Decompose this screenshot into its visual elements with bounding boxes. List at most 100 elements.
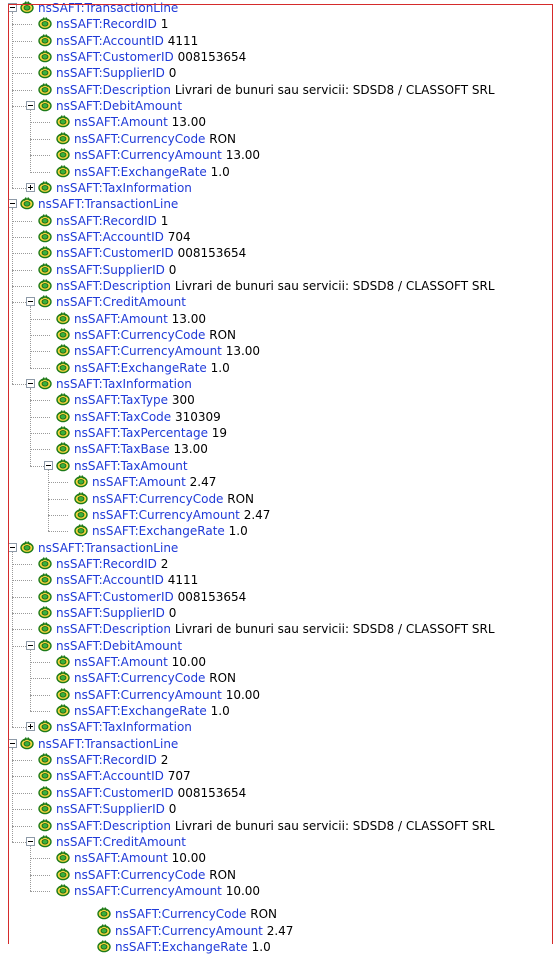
- tree-connector: [48, 482, 68, 484]
- element-name: nsSAFT:CreditAmount: [56, 834, 186, 849]
- tree-node-label: nsSAFT:SupplierID 0: [56, 65, 176, 81]
- element-name: nsSAFT:ExchangeRate: [115, 939, 248, 954]
- element-value: 008153654: [177, 50, 247, 65]
- element-value: Livrari de bunuri sau servicii: SDSD8 / …: [174, 622, 495, 637]
- element-name: nsSAFT:CustomerID: [56, 50, 174, 65]
- element-value: 008153654: [177, 589, 247, 604]
- tree-connector: [12, 269, 32, 271]
- xml-element-icon: [56, 671, 70, 684]
- tree-node-label: nsSAFT:CurrencyAmount 10.00: [74, 883, 260, 899]
- tree-connector: [12, 57, 32, 59]
- collapse-node-icon[interactable]: [26, 101, 35, 111]
- xml-element-icon: [38, 377, 52, 390]
- tree-connector: [12, 220, 32, 222]
- element-name: nsSAFT:CurrencyCode: [92, 491, 224, 506]
- tree-connector: [12, 285, 32, 287]
- tree-node-label: nsSAFT:CurrencyCode RON: [74, 327, 236, 343]
- collapse-node-icon[interactable]: [26, 379, 35, 389]
- tree-node-label: nsSAFT:TaxPercentage 19: [74, 425, 227, 441]
- tree-node-label: nsSAFT:Amount 10.00: [74, 654, 206, 670]
- tree-node-label: nsSAFT:TaxCode 310309: [74, 409, 221, 425]
- tree-node-label: nsSAFT:TaxInformation: [56, 719, 192, 735]
- tree-node-label: nsSAFT:CurrencyCode RON: [92, 491, 254, 507]
- xml-element-icon: [74, 491, 88, 505]
- collapse-node-icon[interactable]: [8, 738, 17, 748]
- collapse-node-icon[interactable]: [44, 460, 53, 470]
- tree-node-label: nsSAFT:CustomerID 008153654: [56, 49, 246, 65]
- xml-element-icon: [38, 33, 52, 47]
- expand-node-icon[interactable]: [26, 722, 35, 732]
- xml-element-icon: [56, 328, 70, 341]
- element-value: 1.0: [228, 524, 248, 539]
- xml-element-icon: [74, 508, 88, 521]
- element-name: nsSAFT:TaxType: [74, 393, 169, 408]
- element-value: 2.47: [243, 507, 271, 522]
- element-value: 1: [160, 213, 169, 228]
- tree-connector: [30, 449, 50, 451]
- tree-connector: [30, 858, 50, 860]
- tree-node-label: nsSAFT:Amount 13.00: [74, 311, 206, 327]
- element-value: 13.00: [171, 311, 206, 326]
- xml-element-icon: [38, 720, 52, 733]
- tree-node-label: nsSAFT:CustomerID 008153654: [56, 589, 246, 605]
- collapse-node-icon[interactable]: [26, 836, 35, 846]
- xml-element-icon: [20, 1, 34, 14]
- xml-element-icon: [20, 197, 34, 210]
- tree-node-label: nsSAFT:CreditAmount: [56, 294, 186, 310]
- element-name: nsSAFT:CurrencyAmount: [92, 507, 240, 522]
- element-value: 4111: [167, 33, 199, 48]
- element-name: nsSAFT:TaxPercentage: [74, 426, 208, 441]
- element-value: 2: [160, 556, 169, 571]
- element-value: 008153654: [177, 785, 247, 800]
- tree-connector: [48, 498, 68, 500]
- tree-node-label: nsSAFT:DebitAmount: [56, 98, 182, 114]
- element-value: 704: [167, 229, 191, 244]
- tree-connector: [12, 760, 32, 762]
- xml-element-icon: [38, 589, 52, 603]
- element-name: nsSAFT:SupplierID: [56, 66, 165, 81]
- element-value: 008153654: [177, 246, 247, 261]
- xml-element-icon: [38, 638, 52, 652]
- element-value: 2.47: [189, 475, 217, 490]
- tree-connector: [30, 649, 31, 712]
- tree-node-label: nsSAFT:SupplierID 0: [56, 605, 176, 621]
- tree-connector: [30, 318, 50, 320]
- tree-node-label: nsSAFT:Description Livrari de bunuri sau…: [56, 82, 495, 98]
- tree-node-label: nsSAFT:AccountID 707: [56, 768, 191, 784]
- element-value: 0: [168, 605, 177, 620]
- tree-connector: [12, 776, 32, 778]
- element-name: nsSAFT:AccountID: [56, 229, 164, 244]
- xml-element-icon: [38, 786, 52, 799]
- tree-connector: [12, 629, 32, 631]
- tree-node-label: nsSAFT:CurrencyCode RON: [74, 670, 236, 686]
- xml-element-icon: [20, 540, 34, 554]
- xml-element-icon: [20, 737, 34, 750]
- tree-connector: [30, 335, 50, 336]
- xml-element-icon: [56, 867, 70, 881]
- xml-element-icon: [38, 622, 52, 635]
- tree-node-label: nsSAFT:CurrencyAmount 13.00: [74, 343, 260, 359]
- element-value: 13.00: [171, 115, 206, 130]
- expand-node-icon[interactable]: [26, 182, 35, 192]
- tree-node-label: nsSAFT:TransactionLine: [38, 0, 178, 16]
- collapse-node-icon[interactable]: [26, 297, 35, 307]
- tree-node-label: nsSAFT:CurrencyAmount 2.47: [115, 923, 293, 939]
- element-value: 10.00: [225, 687, 261, 702]
- element-name: nsSAFT:CurrencyCode: [74, 328, 206, 342]
- collapse-node-icon[interactable]: [8, 199, 17, 209]
- xml-element-icon: [97, 907, 111, 920]
- tree-connector: [12, 792, 32, 794]
- element-name: nsSAFT:Description: [56, 818, 171, 833]
- tree-node-label: nsSAFT:CurrencyAmount 2.47: [92, 507, 270, 523]
- element-name: nsSAFT:ExchangeRate: [74, 704, 207, 719]
- xml-element-icon: [74, 475, 88, 488]
- element-value: 0: [168, 802, 177, 817]
- tree-node-label: nsSAFT:TaxAmount: [74, 458, 188, 474]
- element-value: RON: [209, 131, 237, 146]
- collapse-node-icon[interactable]: [8, 542, 17, 552]
- tree-node-label: nsSAFT:AccountID 4111: [56, 572, 198, 588]
- tree-node-label: nsSAFT:Description Livrari de bunuri sau…: [56, 818, 495, 834]
- collapse-node-icon[interactable]: [26, 640, 35, 650]
- element-name: nsSAFT:TransactionLine: [38, 736, 179, 751]
- tree-node-label: nsSAFT:ExchangeRate 1.0: [115, 939, 271, 955]
